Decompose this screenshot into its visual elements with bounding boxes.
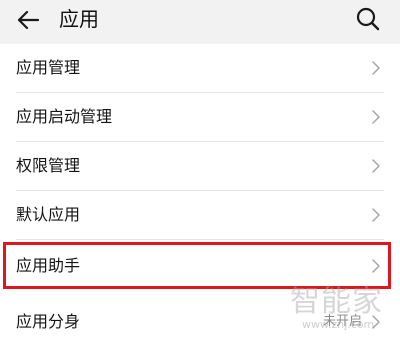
chevron-right-icon: [372, 110, 380, 124]
top-bar: 应用: [0, 0, 400, 40]
settings-list: 应用管理 应用启动管理 权限管理 默认应用 应用助手 应用分身 未开启: [0, 44, 400, 347]
menu-item-label: 应用启动管理: [16, 107, 113, 126]
divider: [16, 239, 384, 240]
page-title: 应用: [59, 7, 99, 31]
menu-item-label: 默认应用: [16, 205, 81, 224]
search-button[interactable]: [354, 5, 382, 33]
back-button[interactable]: [14, 6, 42, 34]
chevron-right-icon: [372, 159, 380, 173]
menu-item-default-apps[interactable]: 默认应用: [0, 191, 400, 240]
menu-item-permission-management[interactable]: 权限管理: [0, 142, 400, 191]
chevron-right-icon: [372, 208, 380, 222]
menu-item-app-management[interactable]: 应用管理: [0, 44, 400, 93]
arrow-left-icon: [17, 10, 40, 30]
chevron-right-icon: [372, 315, 380, 329]
menu-item-app-assistant[interactable]: 应用助手: [0, 242, 400, 291]
menu-item-label: 应用助手: [16, 256, 81, 275]
status-value: 未开启: [322, 314, 362, 329]
menu-item-label: 应用管理: [16, 58, 81, 77]
menu-item-label: 权限管理: [16, 156, 81, 175]
menu-item-label: 应用分身: [16, 312, 81, 331]
search-icon: [356, 7, 380, 31]
chevron-right-icon: [372, 61, 380, 75]
menu-item-app-twin[interactable]: 应用分身 未开启: [0, 298, 400, 347]
menu-item-app-launch-management[interactable]: 应用启动管理: [0, 93, 400, 142]
chevron-right-icon: [372, 259, 380, 273]
